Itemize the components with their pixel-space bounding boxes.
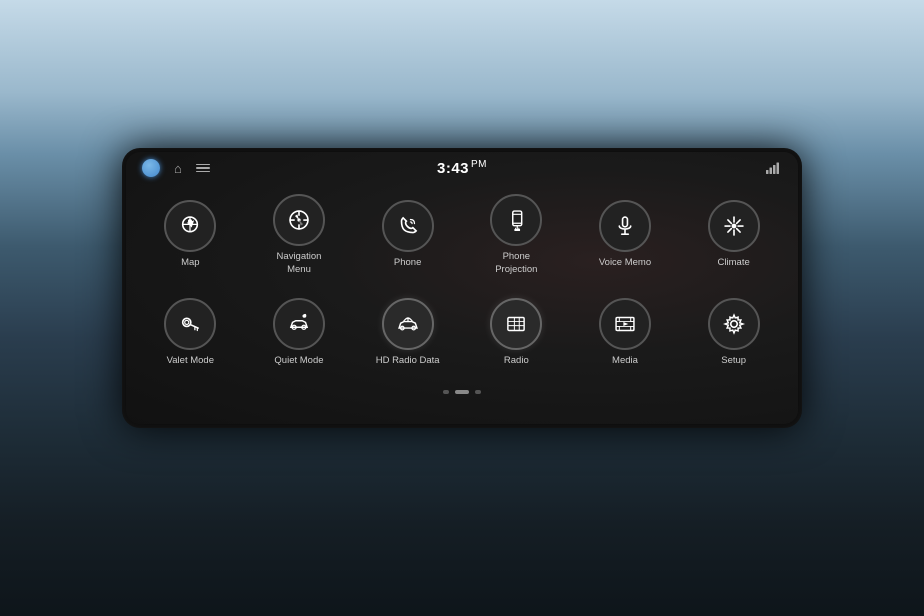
app-navigation-menu-icon-wrapper (273, 194, 325, 246)
app-setup[interactable]: Setup (681, 286, 786, 380)
app-quiet-mode[interactable]: Quiet Mode (247, 286, 352, 380)
app-quiet-mode-icon-wrapper (273, 298, 325, 350)
app-phone-projection[interactable]: PhoneProjection (464, 188, 569, 282)
app-climate[interactable]: Climate (681, 188, 786, 282)
app-navigation-menu[interactable]: NavigationMenu (247, 188, 352, 282)
dashboard-surround: ⌂ 3:43PM (122, 148, 802, 428)
valet-icon (177, 311, 203, 337)
app-climate-icon-wrapper (708, 200, 760, 252)
pagination (126, 384, 798, 400)
app-climate-label: Climate (718, 257, 750, 269)
app-media-label: Media (612, 355, 638, 367)
app-valet-mode[interactable]: Valet Mode (138, 286, 243, 380)
status-left: ⌂ (142, 159, 210, 177)
page-dot-3 (475, 390, 481, 394)
app-voice-memo[interactable]: Voice Memo (573, 188, 678, 282)
app-setup-icon-wrapper (708, 298, 760, 350)
phone-icon (395, 213, 421, 239)
app-setup-label: Setup (721, 355, 746, 367)
page-dot-2 (455, 390, 469, 394)
app-radio-icon-wrapper (490, 298, 542, 350)
app-phone-projection-icon-wrapper (490, 194, 542, 246)
compass-icon (286, 207, 312, 233)
app-hd-radio-data-icon-wrapper (382, 298, 434, 350)
app-voice-memo-icon-wrapper (599, 200, 651, 252)
status-time: 3:43PM (437, 159, 487, 177)
app-map-label: Map (181, 257, 199, 269)
status-bar: ⌂ 3:43PM (126, 152, 798, 184)
quiet-icon (286, 311, 312, 337)
radio-icon (503, 311, 529, 337)
app-phone-icon-wrapper (382, 200, 434, 252)
app-map-icon-wrapper (164, 200, 216, 252)
media-icon (612, 311, 638, 337)
infotainment-screen: ⌂ 3:43PM (126, 152, 798, 424)
hd-radio-icon (395, 311, 421, 337)
app-quiet-mode-label: Quiet Mode (274, 355, 323, 367)
home-icon[interactable]: ⌂ (174, 161, 182, 176)
signal-icon (766, 162, 782, 174)
app-phone-label: Phone (394, 257, 421, 269)
app-hd-radio-data-label: HD Radio Data (376, 355, 440, 367)
page-dot-1 (443, 390, 449, 394)
app-media-icon-wrapper (599, 298, 651, 350)
phone-projection-icon (503, 207, 529, 233)
status-right (766, 162, 782, 174)
menu-icon[interactable] (196, 164, 210, 173)
car-interior: ⌂ 3:43PM (0, 0, 924, 616)
voice-memo-icon (612, 213, 638, 239)
app-radio-label: Radio (504, 355, 529, 367)
status-dot (142, 159, 160, 177)
setup-icon (721, 311, 747, 337)
app-phone-projection-label: PhoneProjection (495, 251, 537, 276)
apps-grid: Map (126, 184, 798, 384)
app-radio[interactable]: Radio (464, 286, 569, 380)
app-hd-radio-data[interactable]: HD Radio Data (355, 286, 460, 380)
app-voice-memo-label: Voice Memo (599, 257, 651, 269)
app-navigation-menu-label: NavigationMenu (277, 251, 322, 276)
climate-icon (721, 213, 747, 239)
map-icon (177, 213, 203, 239)
app-media[interactable]: Media (573, 286, 678, 380)
app-phone[interactable]: Phone (355, 188, 460, 282)
app-valet-mode-icon-wrapper (164, 298, 216, 350)
app-valet-mode-label: Valet Mode (167, 355, 214, 367)
app-map[interactable]: Map (138, 188, 243, 282)
